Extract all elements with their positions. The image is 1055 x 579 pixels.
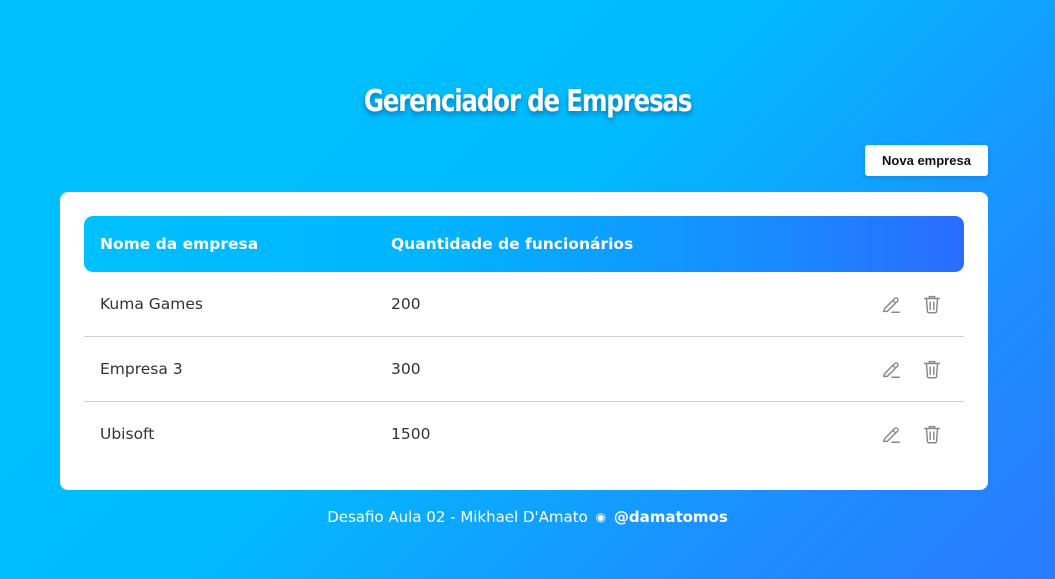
- trash-icon[interactable]: [921, 293, 943, 315]
- table-row: Ubisoft 1500: [84, 402, 964, 467]
- author-handle[interactable]: @damatomos: [614, 508, 728, 526]
- column-header-name: Nome da empresa: [100, 235, 259, 253]
- companies-card: Nome da empresa Quantidade de funcionári…: [60, 192, 988, 490]
- company-name-cell: Kuma Games: [100, 295, 203, 313]
- footer-credit: Desafio Aula 02 - Mikhael D'Amato: [327, 508, 588, 526]
- pencil-icon[interactable]: [880, 358, 902, 380]
- page-title: Gerenciador de Empresas: [363, 84, 693, 119]
- trash-icon[interactable]: [921, 358, 943, 380]
- footer: Desafio Aula 02 - Mikhael D'Amato ◉ @dam…: [0, 508, 1055, 526]
- new-company-button[interactable]: Nova empresa: [865, 145, 988, 176]
- table-row: Empresa 3 300: [84, 337, 964, 402]
- company-name-cell: Empresa 3: [100, 360, 183, 378]
- table-header: Nome da empresa Quantidade de funcionári…: [84, 216, 964, 272]
- pencil-icon[interactable]: [880, 423, 902, 445]
- table-row: Kuma Games 200: [84, 272, 964, 337]
- employee-count-cell: 300: [391, 360, 421, 378]
- company-name-cell: Ubisoft: [100, 425, 155, 443]
- column-header-employees: Quantidade de funcionários: [391, 235, 634, 253]
- employee-count-cell: 1500: [391, 425, 431, 443]
- pencil-icon[interactable]: [880, 293, 902, 315]
- trash-icon[interactable]: [921, 423, 943, 445]
- record-icon: ◉: [595, 510, 607, 524]
- employee-count-cell: 200: [391, 295, 421, 313]
